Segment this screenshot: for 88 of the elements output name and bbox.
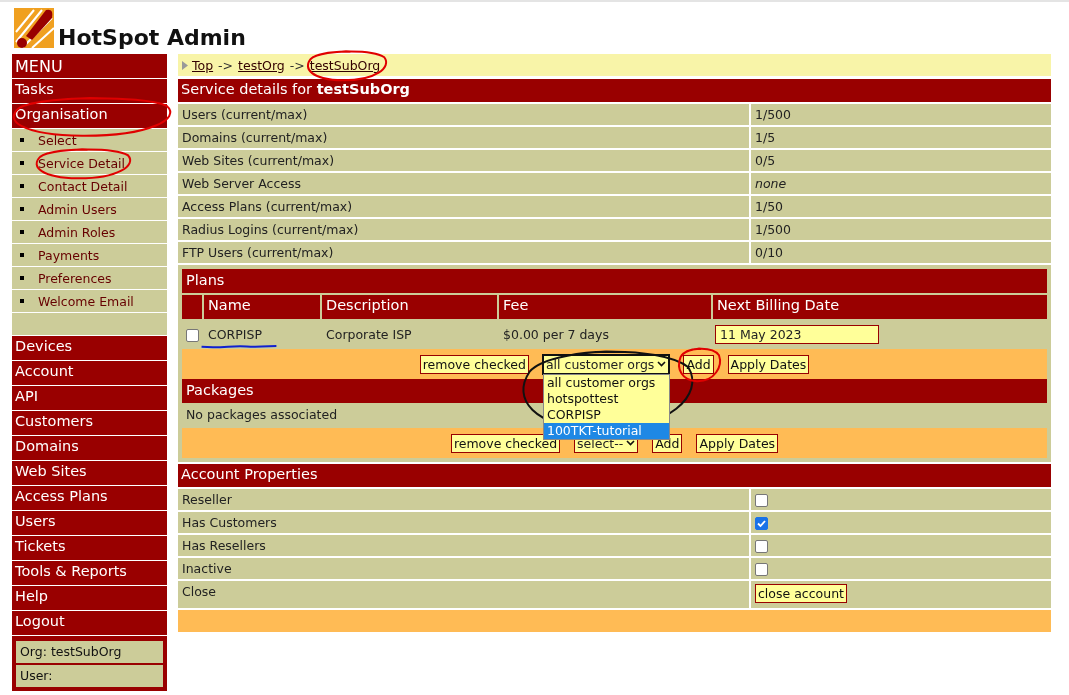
logo-icon: [12, 6, 56, 50]
bullet-icon: [20, 138, 24, 142]
table-cell: Web Sites (current/max): [178, 150, 749, 171]
table-cell: Web Server Access: [178, 173, 749, 194]
submenu-link[interactable]: Payments: [38, 247, 100, 263]
table-cell: 1/5: [751, 127, 1051, 148]
menu-item[interactable]: Access Plans: [12, 486, 167, 511]
breadcrumb-separator: ->: [217, 57, 235, 73]
remove-button[interactable]: remove checked: [419, 354, 529, 374]
caret-icon: [626, 440, 636, 446]
table-cell: Close: [178, 581, 749, 608]
table-cell: Has Customers: [178, 512, 749, 533]
menu-item[interactable]: API: [12, 386, 167, 411]
bullet-icon: [20, 230, 24, 234]
column-header: Description: [322, 295, 497, 319]
table-cell: Corporate ISP: [326, 326, 412, 342]
menu-item[interactable]: Customers: [12, 411, 167, 436]
bullet-icon: [20, 276, 24, 280]
table-cell: 0/10: [751, 242, 1051, 263]
table-cell: Inactive: [178, 558, 749, 579]
menu-heading: MENU: [12, 54, 167, 79]
menu-item[interactable]: Tickets: [12, 536, 167, 561]
dropdown-option[interactable]: all customer orgs: [543, 374, 669, 391]
table-cell: Radius Logins (current/max): [178, 219, 749, 240]
apply-dates-button[interactable]: Apply Dates: [696, 433, 779, 453]
table-cell: 1/500: [751, 219, 1051, 240]
submenu-link[interactable]: Preferences: [38, 270, 112, 286]
menu-item[interactable]: Help: [12, 586, 167, 611]
bullet-icon: [20, 299, 24, 303]
checkbox[interactable]: [755, 517, 768, 530]
submenu-link[interactable]: Welcome Email: [38, 293, 134, 309]
table-cell: Has Resellers: [178, 535, 749, 556]
submenu-link[interactable]: Contact Detail: [38, 178, 128, 194]
table-cell: FTP Users (current/max): [178, 242, 749, 263]
submenu-link[interactable]: Admin Users: [38, 201, 117, 217]
triangle-icon: [182, 60, 188, 70]
bullet-icon: [20, 207, 24, 211]
column-header: [182, 295, 202, 319]
table-cell: 1/50: [751, 196, 1051, 217]
checkbox[interactable]: [755, 540, 768, 553]
bullet-icon: [20, 184, 24, 188]
empty-message: No packages associated: [186, 407, 338, 422]
checkbox[interactable]: [755, 494, 768, 507]
breadcrumb-link[interactable]: testSubOrg: [309, 57, 381, 73]
dropdown-option[interactable]: 100TKT-tutorial: [543, 422, 669, 439]
table-cell: Reseller: [178, 489, 749, 510]
table-cell: $0.00 per 7 days: [503, 326, 609, 342]
menu-item[interactable]: Tasks: [12, 79, 167, 104]
column-header: Fee: [499, 295, 711, 319]
table-cell: CORPISP: [208, 326, 262, 342]
bullet-icon: [20, 253, 24, 257]
submenu-link[interactable]: Select: [38, 132, 77, 148]
section-header: Account Properties: [178, 464, 1051, 487]
menu-item[interactable]: Devices: [12, 336, 167, 361]
date-field[interactable]: 11 May 2023: [715, 324, 879, 344]
column-header: Name: [204, 295, 320, 319]
breadcrumb-separator: ->: [288, 57, 306, 73]
submenu-link[interactable]: Service Detail: [38, 155, 125, 171]
table-cell: none: [751, 173, 1051, 194]
breadcrumb-link[interactable]: Top: [192, 57, 214, 73]
menu-item[interactable]: Web Sites: [12, 461, 167, 486]
column-header: Next Billing Date: [713, 295, 1047, 319]
bullet-icon: [20, 161, 24, 165]
menu-item[interactable]: Domains: [12, 436, 167, 461]
table-cell: Access Plans (current/max): [178, 196, 749, 217]
menu-item[interactable]: Tools & Reports: [12, 561, 167, 586]
dropdown-option[interactable]: hotspottest: [543, 390, 669, 407]
menu-item[interactable]: Logout: [12, 611, 167, 636]
menu-item[interactable]: Users: [12, 511, 167, 536]
dropdown-option[interactable]: CORPISP: [543, 406, 669, 423]
menu-item[interactable]: Organisation: [12, 104, 167, 129]
section-header: Service details for testSubOrg: [178, 79, 1051, 102]
checkbox[interactable]: [755, 563, 768, 576]
dropdown[interactable]: all customer orgs: [542, 354, 670, 374]
app-title: HotSpot Admin: [58, 25, 246, 50]
checkbox[interactable]: [186, 328, 199, 342]
apply-dates-button[interactable]: Apply Dates: [727, 354, 810, 374]
add-button[interactable]: Add: [683, 354, 714, 374]
caret-icon: [657, 361, 667, 367]
breadcrumb-link[interactable]: testOrg: [238, 57, 285, 73]
submenu-link[interactable]: Admin Roles: [38, 224, 116, 240]
section-header: Plans: [182, 269, 1047, 293]
table-cell: 0/5: [751, 150, 1051, 171]
menu-item[interactable]: Account: [12, 361, 167, 386]
table-cell: 1/500: [751, 104, 1051, 125]
table-cell: Domains (current/max): [178, 127, 749, 148]
close-account-button[interactable]: close account: [755, 584, 847, 603]
table-cell: Users (current/max): [178, 104, 749, 125]
